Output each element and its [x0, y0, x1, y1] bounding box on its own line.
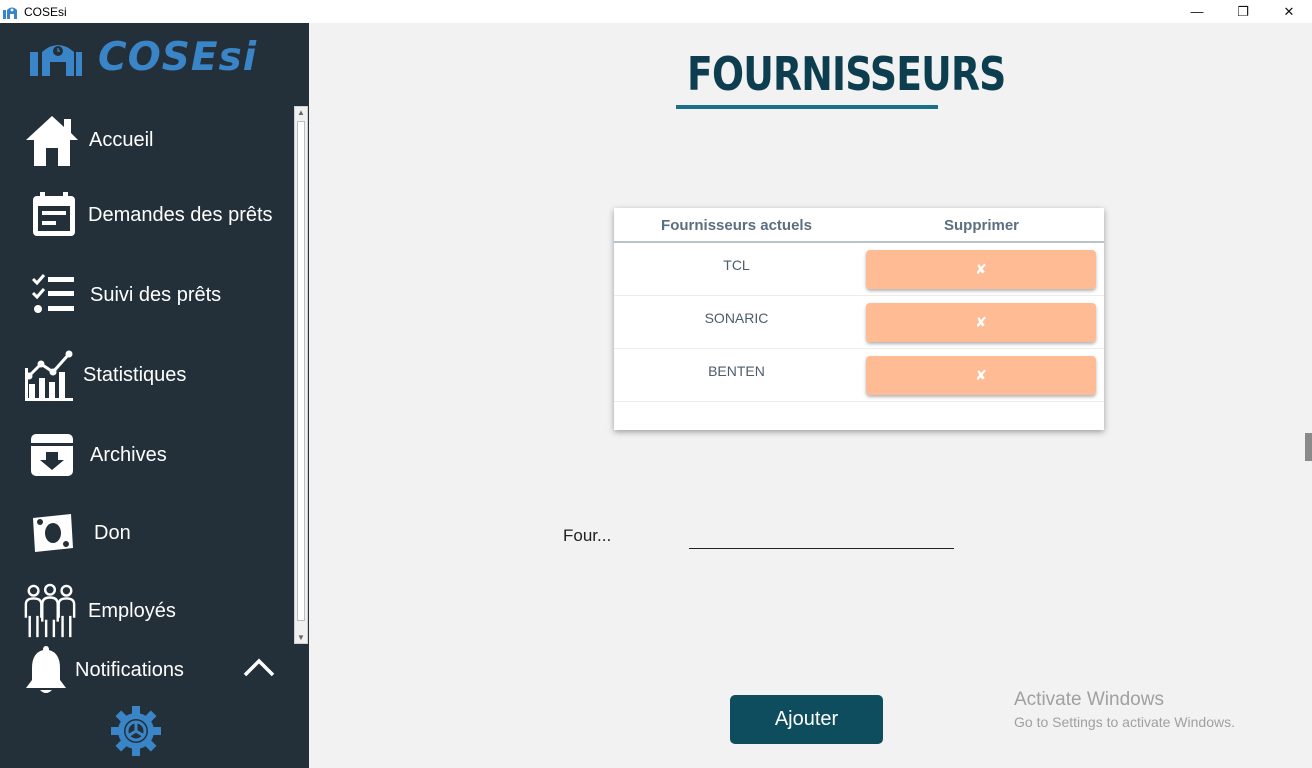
window-scroll-indicator	[1305, 433, 1312, 461]
sidebar-item-label: Demandes des prêts	[88, 203, 273, 226]
sidebar-item-label: Suivi des prêts	[90, 283, 222, 306]
sidebar-item-suivi[interactable]: Suivi des prêts	[0, 265, 292, 325]
table-row: SONARIC ✘	[614, 296, 1104, 349]
bell-icon	[18, 642, 74, 698]
window-titlebar: COSEsi — ❐ ✕	[0, 0, 1312, 23]
chevron-up-icon[interactable]	[242, 655, 276, 679]
home-icon	[24, 112, 80, 168]
money-icon	[24, 505, 80, 561]
supplier-field-label: Four...	[563, 526, 612, 545]
delete-button[interactable]: ✘	[866, 356, 1096, 395]
table-row: TCL ✘	[614, 243, 1104, 296]
sidebar-item-accueil[interactable]: Accueil	[0, 110, 292, 170]
column-header-delete: Supprimer	[943, 216, 1019, 234]
window-title: COSEsi	[24, 4, 67, 19]
logo-building-icon	[30, 44, 82, 76]
sidebar-item-label: Accueil	[89, 128, 154, 151]
restore-button[interactable]: ❐	[1220, 0, 1266, 23]
supplier-name: BENTEN	[708, 363, 765, 379]
close-button[interactable]: ✕	[1266, 0, 1312, 23]
column-header-suppliers: Fournisseurs actuels	[661, 216, 812, 234]
sidebar-item-label: Notifications	[75, 658, 184, 681]
sidebar: COSEsi Accueil Demandes des prêts Suivi …	[0, 23, 309, 768]
supplier-name-input[interactable]	[689, 523, 954, 549]
add-button[interactable]: Ajouter	[730, 695, 883, 744]
employees-icon	[22, 583, 78, 639]
sidebar-item-label: Statistiques	[83, 363, 187, 386]
sidebar-item-label: Archives	[90, 443, 167, 466]
supplier-name: SONARIC	[704, 310, 769, 326]
sidebar-item-archives[interactable]: Archives	[0, 425, 292, 485]
calendar-form-icon	[26, 187, 82, 243]
table-row: BENTEN ✘	[614, 349, 1104, 402]
sidebar-item-employes[interactable]: Employés	[0, 581, 292, 641]
gear-icon[interactable]	[110, 705, 162, 757]
suppliers-table: Fournisseurs actuels Supprimer TCL ✘ SON…	[614, 208, 1104, 430]
logo-text: COSEsi	[98, 35, 258, 80]
sidebar-item-demandes[interactable]: Demandes des prêts	[0, 185, 292, 245]
bar-chart-icon	[22, 347, 78, 403]
main-content: FOURNISSEURS Fournisseurs actuels Suppri…	[309, 23, 1312, 768]
sidebar-item-label: Don	[94, 521, 131, 544]
activate-windows-watermark: Activate Windows Go to Settings to activ…	[1014, 689, 1235, 730]
supplier-name: TCL	[723, 257, 750, 273]
scrollbar-thumb[interactable]	[297, 121, 305, 621]
sidebar-item-statistiques[interactable]: Statistiques	[0, 345, 292, 405]
app-logo: COSEsi	[28, 35, 257, 80]
watermark-subtitle: Go to Settings to activate Windows.	[1014, 714, 1235, 730]
app-logo-icon	[3, 7, 17, 19]
archive-icon	[24, 427, 80, 483]
scroll-down-arrow-icon[interactable]: ▼	[297, 633, 305, 642]
checklist-icon	[26, 267, 82, 323]
page-title: FOURNISSEURS	[687, 47, 1006, 101]
sidebar-item-don[interactable]: Don	[0, 503, 292, 563]
delete-button[interactable]: ✘	[866, 250, 1096, 289]
minimize-button[interactable]: —	[1174, 0, 1220, 23]
sidebar-scrollbar[interactable]: ▲ ▼	[294, 106, 308, 644]
title-underline	[676, 105, 938, 109]
scroll-up-arrow-icon[interactable]: ▲	[297, 108, 305, 117]
delete-button[interactable]: ✘	[866, 303, 1096, 342]
sidebar-item-label: Employés	[88, 599, 176, 622]
watermark-title: Activate Windows	[1014, 689, 1164, 710]
